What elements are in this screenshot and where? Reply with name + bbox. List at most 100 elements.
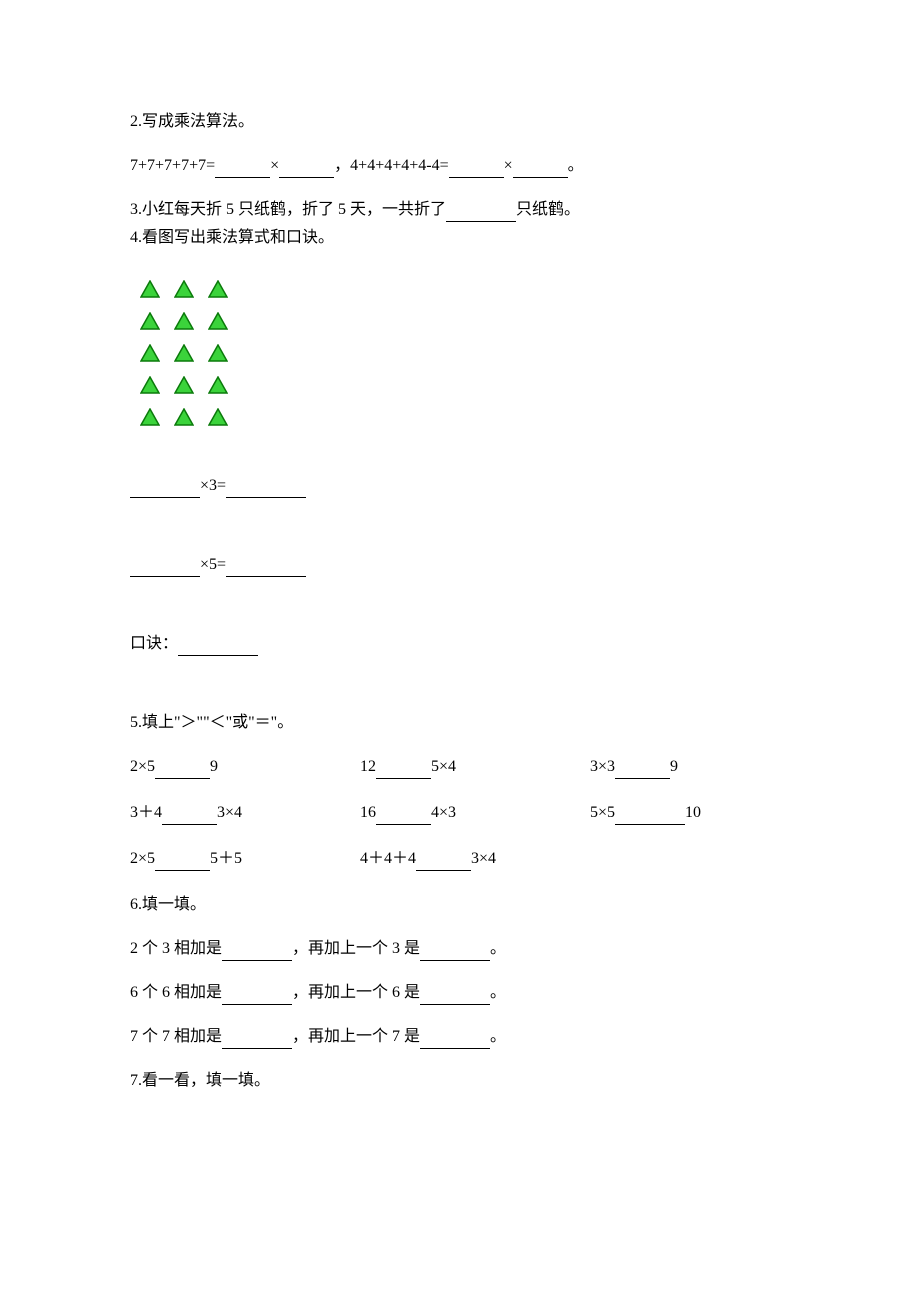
triangle-icon bbox=[208, 280, 228, 298]
triangle-icon bbox=[174, 376, 194, 394]
triangle-icon bbox=[174, 312, 194, 330]
blank-input[interactable] bbox=[615, 762, 670, 779]
blank-input[interactable] bbox=[155, 854, 210, 871]
blank-input[interactable] bbox=[449, 161, 504, 178]
compare-left: 16 bbox=[360, 804, 376, 821]
q6-text-c: 。 bbox=[490, 1028, 506, 1045]
blank-input[interactable] bbox=[376, 762, 431, 779]
triangle-icon bbox=[140, 280, 160, 298]
blank-input[interactable] bbox=[130, 481, 200, 498]
q5-cell: 3×3 9 bbox=[590, 755, 790, 779]
q6-text-a: 7 个 7 相加是 bbox=[130, 1028, 222, 1045]
compare-left: 5×5 bbox=[590, 804, 615, 821]
triangle-icon bbox=[208, 344, 228, 362]
blank-input[interactable] bbox=[130, 560, 200, 577]
q6-line-1: 2 个 3 相加是 ，再加上一个 3 是 。 bbox=[130, 937, 790, 961]
q5-cell: 2×55＋5 bbox=[130, 847, 330, 871]
blank-input[interactable] bbox=[215, 161, 270, 178]
q5-cell: 16 4×3 bbox=[360, 801, 560, 825]
compare-right: 3×4 bbox=[471, 850, 496, 867]
compare-right: 10 bbox=[685, 804, 701, 821]
blank-input[interactable] bbox=[615, 808, 685, 825]
q3-text-b: 只纸鹤。 bbox=[516, 201, 580, 218]
triangle-icon bbox=[140, 408, 160, 426]
compare-right: 5×4 bbox=[431, 758, 456, 775]
compare-left: 12 bbox=[360, 758, 376, 775]
mult-sign: × bbox=[504, 157, 513, 174]
q2-expression-row: 7+7+7+7+7= × ，4+4+4+4+4-4= × 。 bbox=[130, 154, 790, 178]
worksheet-page: 2.写成乘法算法。 7+7+7+7+7= × ，4+4+4+4+4-4= × 。 3.小… bbox=[0, 0, 920, 1302]
compare-right: 9 bbox=[670, 758, 678, 775]
blank-input[interactable] bbox=[420, 1032, 490, 1049]
triangle-row bbox=[140, 408, 790, 434]
blank-input[interactable] bbox=[513, 161, 568, 178]
blank-input[interactable] bbox=[279, 161, 334, 178]
q5-cell: 12 5×4 bbox=[360, 755, 560, 779]
q6-text-a: 2 个 3 相加是 bbox=[130, 940, 222, 957]
q5-cell: 2×59 bbox=[130, 755, 330, 779]
q5-row-1: 2×59 12 5×4 3×3 9 bbox=[130, 755, 790, 779]
triangle-row bbox=[140, 280, 790, 306]
q6-text-b: ，再加上一个 7 是 bbox=[292, 1028, 420, 1045]
compare-left: 4＋4＋4 bbox=[360, 850, 416, 867]
triangle-row bbox=[140, 376, 790, 402]
blank-input[interactable] bbox=[155, 762, 210, 779]
q2-expr1-left: 7+7+7+7+7= bbox=[130, 157, 215, 174]
blank-input[interactable] bbox=[376, 808, 431, 825]
mult-sign: × bbox=[270, 157, 279, 174]
separator: ， bbox=[334, 157, 350, 174]
triangle-icon bbox=[140, 376, 160, 394]
q3-row: 3.小红每天折 5 只纸鹤，折了 5 天，一共折了 只纸鹤。 bbox=[130, 198, 790, 222]
q6-text-a: 6 个 6 相加是 bbox=[130, 984, 222, 1001]
q6-text-c: 。 bbox=[490, 940, 506, 957]
times3-label: ×3= bbox=[200, 477, 226, 494]
compare-left: 3＋4 bbox=[130, 804, 162, 821]
triangle-icon bbox=[174, 344, 194, 362]
period: 。 bbox=[568, 157, 584, 174]
q5-cell: 3＋4 3×4 bbox=[130, 801, 330, 825]
q4-title: 4.看图写出乘法算式和口诀。 bbox=[130, 226, 790, 250]
triangle-grid bbox=[140, 280, 790, 434]
triangle-icon bbox=[208, 312, 228, 330]
q4-koujue: 口诀： bbox=[130, 632, 790, 656]
blank-input[interactable] bbox=[222, 944, 292, 961]
blank-input[interactable] bbox=[420, 988, 490, 1005]
blank-input[interactable] bbox=[222, 988, 292, 1005]
triangle-icon bbox=[140, 312, 160, 330]
q4-eq-times3: ×3= bbox=[130, 474, 790, 498]
triangle-icon bbox=[140, 344, 160, 362]
q2-title: 2.写成乘法算法。 bbox=[130, 110, 790, 134]
q5-row-2: 3＋4 3×4 16 4×3 5×5 10 bbox=[130, 801, 790, 825]
q2-expr2-left: 4+4+4+4+4-4= bbox=[350, 157, 448, 174]
times5-label: ×5= bbox=[200, 556, 226, 573]
q5-title: 5.填上"＞""＜"或"＝"。 bbox=[130, 711, 790, 735]
triangle-row bbox=[140, 312, 790, 338]
compare-right: 3×4 bbox=[217, 804, 242, 821]
blank-input[interactable] bbox=[178, 639, 258, 656]
q6-line-2: 6 个 6 相加是 ，再加上一个 6 是 。 bbox=[130, 981, 790, 1005]
q7-title: 7.看一看，填一填。 bbox=[130, 1069, 790, 1093]
q6-text-b: ，再加上一个 6 是 bbox=[292, 984, 420, 1001]
triangle-icon bbox=[208, 408, 228, 426]
blank-input[interactable] bbox=[416, 854, 471, 871]
q5-cell-empty bbox=[590, 847, 790, 871]
triangle-icon bbox=[174, 280, 194, 298]
blank-input[interactable] bbox=[162, 808, 217, 825]
blank-input[interactable] bbox=[446, 205, 516, 222]
q6-text-c: 。 bbox=[490, 984, 506, 1001]
compare-right: 9 bbox=[210, 758, 218, 775]
blank-input[interactable] bbox=[226, 481, 306, 498]
blank-input[interactable] bbox=[420, 944, 490, 961]
q3-text-a: 3.小红每天折 5 只纸鹤，折了 5 天，一共折了 bbox=[130, 201, 446, 218]
q5-cell: 5×5 10 bbox=[590, 801, 790, 825]
triangle-icon bbox=[174, 408, 194, 426]
compare-left: 3×3 bbox=[590, 758, 615, 775]
triangle-icon bbox=[208, 376, 228, 394]
compare-right: 5＋5 bbox=[210, 850, 242, 867]
compare-right: 4×3 bbox=[431, 804, 456, 821]
blank-input[interactable] bbox=[226, 560, 306, 577]
blank-input[interactable] bbox=[222, 1032, 292, 1049]
q5-row-3: 2×55＋5 4＋4＋4 3×4 bbox=[130, 847, 790, 871]
q4-eq-times5: ×5= bbox=[130, 553, 790, 577]
q6-text-b: ，再加上一个 3 是 bbox=[292, 940, 420, 957]
